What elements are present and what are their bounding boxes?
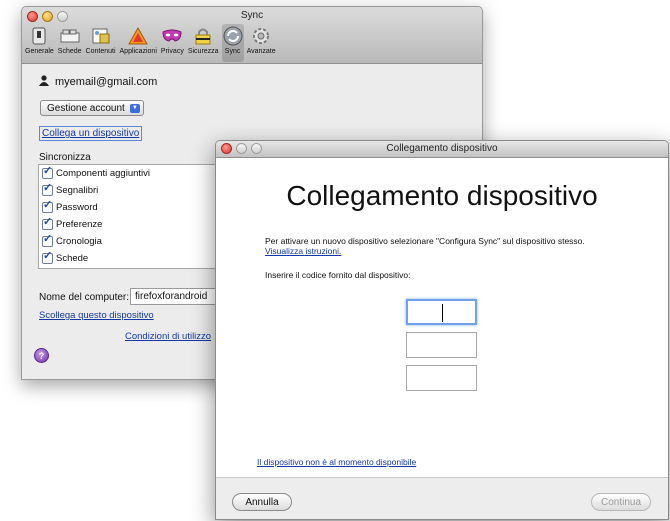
contents-icon bbox=[91, 26, 111, 46]
code-field-2[interactable] bbox=[406, 332, 477, 358]
tab-sicurezza[interactable]: Sicurezza bbox=[187, 24, 220, 62]
connect-device-link[interactable]: Collega un dispositivo bbox=[39, 126, 143, 141]
help-button[interactable]: ? bbox=[34, 348, 49, 363]
tab-generale[interactable]: Generale bbox=[24, 24, 55, 62]
user-icon bbox=[39, 75, 49, 89]
dialog-content: Collegamento dispositivo Per attivare un… bbox=[216, 158, 668, 478]
device-pairing-dialog: Collegamento dispositivo Collegamento di… bbox=[215, 140, 669, 520]
tab-privacy[interactable]: Privacy bbox=[160, 24, 185, 62]
dialog-titlebar: Collegamento dispositivo bbox=[216, 141, 668, 158]
code-field-3[interactable] bbox=[406, 365, 477, 391]
applications-icon bbox=[128, 26, 149, 46]
mask-icon bbox=[162, 26, 182, 46]
tab-schede[interactable]: Schede bbox=[57, 24, 83, 62]
view-instructions-link[interactable]: Visualizza istruzioni. bbox=[265, 246, 341, 256]
manage-account-popup[interactable]: Gestione account ▼ bbox=[40, 100, 144, 116]
lock-icon bbox=[193, 26, 213, 46]
checkbox[interactable] bbox=[42, 198, 53, 213]
account-email: myemail@gmail.com bbox=[55, 76, 158, 88]
account-row: myemail@gmail.com bbox=[39, 75, 157, 89]
tab-avanzate[interactable]: Avanzate bbox=[246, 24, 277, 62]
tab-contenuti[interactable]: Contenuti bbox=[85, 24, 117, 62]
gear-icon bbox=[251, 26, 271, 46]
dialog-title: Collegamento dispositivo bbox=[386, 143, 498, 154]
chevron-down-icon: ▼ bbox=[129, 103, 140, 113]
text-caret bbox=[442, 304, 443, 322]
checkbox[interactable] bbox=[42, 215, 53, 230]
checkbox[interactable] bbox=[42, 249, 53, 264]
tabs-icon bbox=[60, 26, 80, 46]
sync-heading: Sincronizza bbox=[39, 152, 91, 163]
preferences-toolbar: Generale Schede Contenuti Applicazioni P… bbox=[24, 24, 277, 62]
tab-applicazioni[interactable]: Applicazioni bbox=[119, 24, 158, 62]
code-label: Inserire il codice fornito dal dispositi… bbox=[265, 270, 411, 280]
cancel-button[interactable]: Annulla bbox=[232, 493, 292, 511]
terms-of-use-link[interactable]: Condizioni di utilizzo bbox=[125, 331, 211, 342]
tab-sync[interactable]: Sync bbox=[221, 24, 244, 62]
continue-button[interactable]: Continua bbox=[591, 493, 651, 511]
preferences-titlebar: Sync Generale Schede Contenuti Applicazi… bbox=[22, 7, 482, 64]
checkbox[interactable] bbox=[42, 232, 53, 247]
switch-icon bbox=[29, 26, 49, 46]
manage-account-label: Gestione account bbox=[47, 102, 125, 114]
unlink-device-link[interactable]: Scollega questo dispositivo bbox=[39, 310, 154, 321]
sync-icon bbox=[223, 26, 243, 46]
checkbox[interactable] bbox=[42, 181, 53, 196]
checkbox[interactable] bbox=[42, 164, 53, 179]
device-not-available-link[interactable]: Il dispositivo non è al momento disponib… bbox=[257, 457, 416, 467]
instructions-text: Per attivare un nuovo dispositivo selezi… bbox=[265, 236, 585, 246]
window-title: Sync bbox=[240, 10, 264, 21]
dialog-heading: Collegamento dispositivo bbox=[286, 180, 598, 211]
computer-name-label: Nome del computer: bbox=[39, 292, 130, 303]
